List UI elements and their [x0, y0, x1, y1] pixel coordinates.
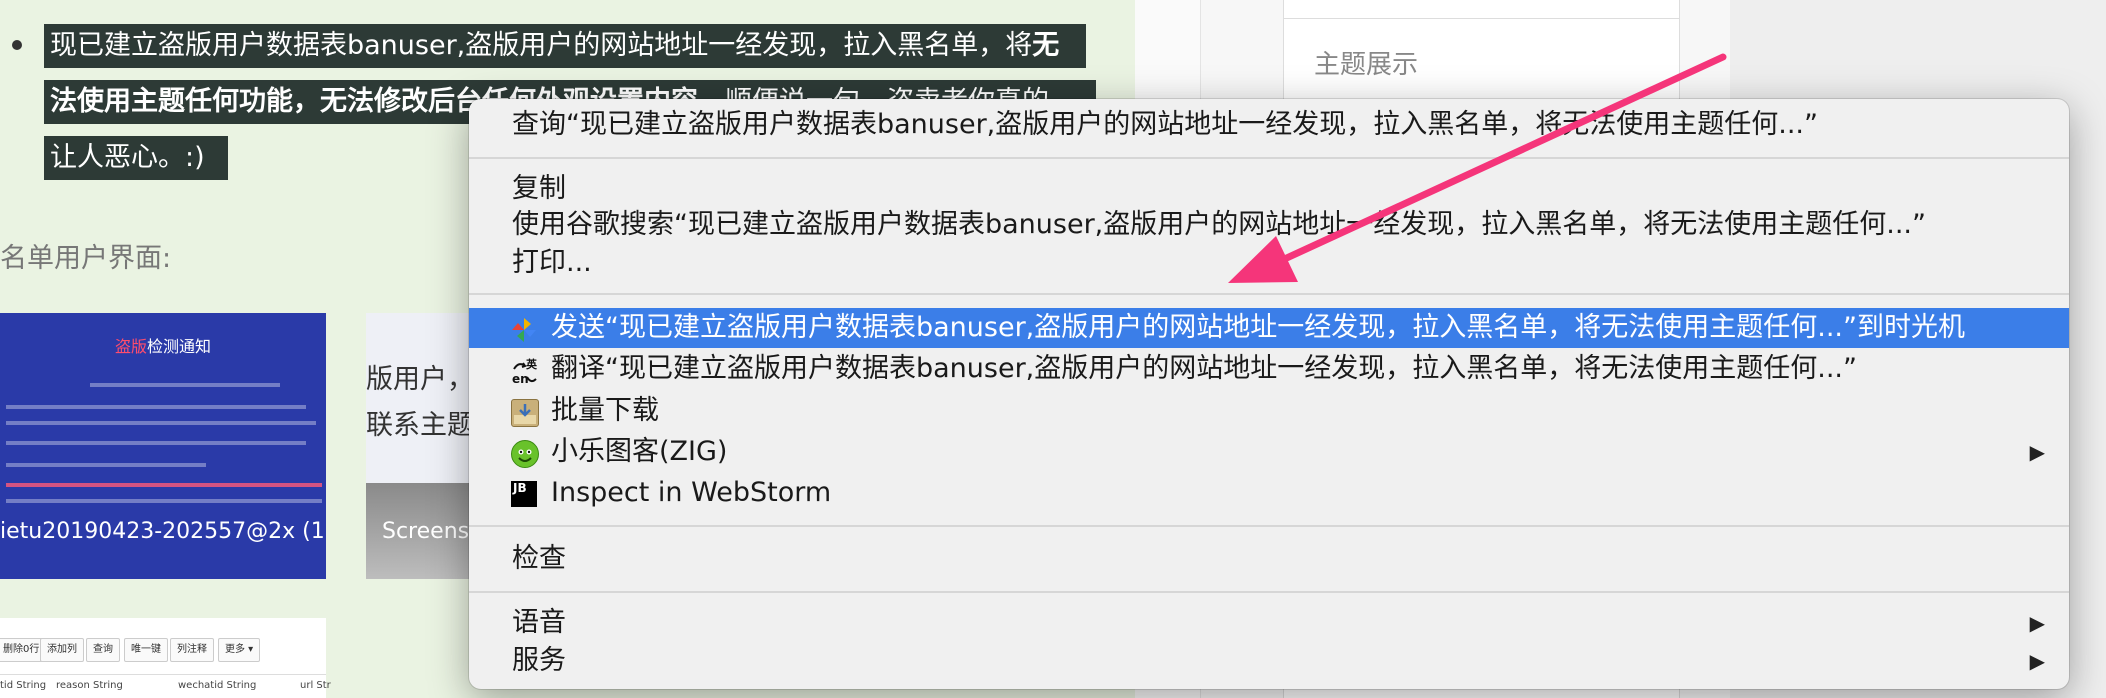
- annotation-arrow: [1228, 53, 1727, 283]
- arrow-shaft: [1274, 53, 1727, 266]
